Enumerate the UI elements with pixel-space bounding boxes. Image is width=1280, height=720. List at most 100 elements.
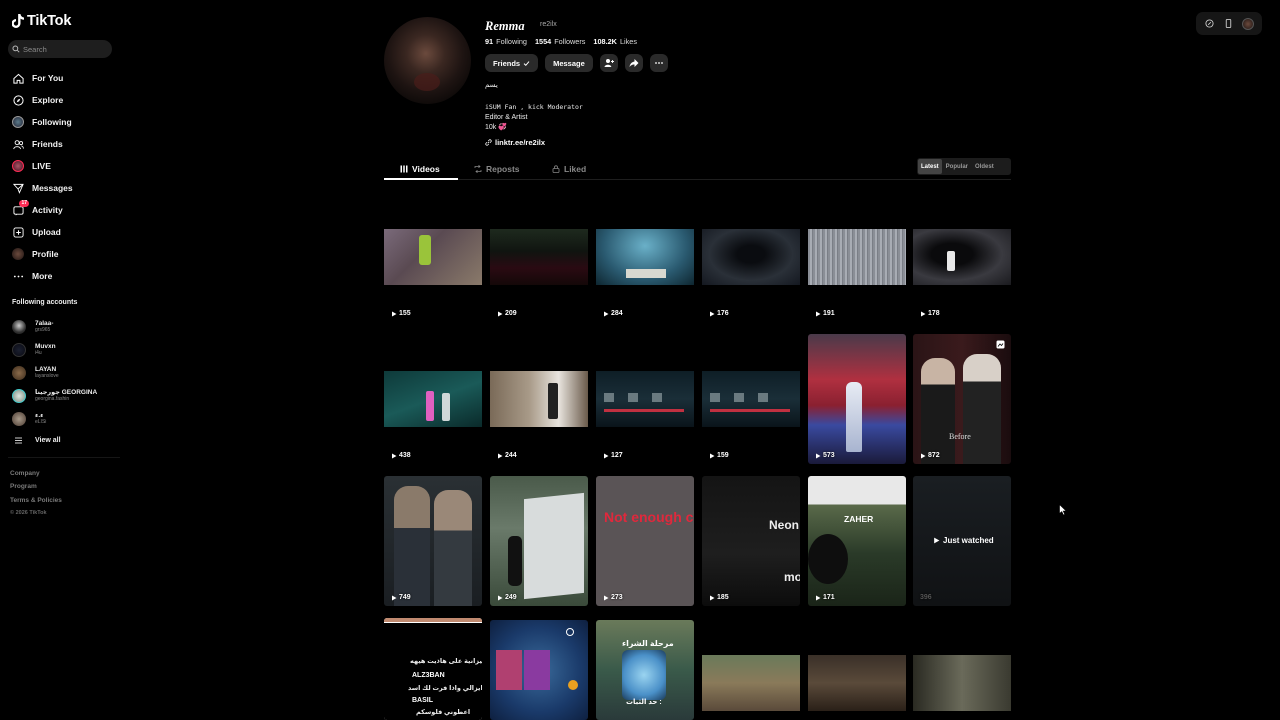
nav-label: Messages <box>32 183 73 193</box>
following-account[interactable]: Muvxn i4u <box>12 338 97 361</box>
tab-liked[interactable]: Liked <box>552 158 586 179</box>
video-card[interactable] <box>913 618 1011 720</box>
sort-popular[interactable]: Popular <box>943 159 971 174</box>
account-avatar <box>12 319 26 334</box>
account-handle: grs965 <box>35 327 51 333</box>
following-account[interactable]: 7alaa-grs965 <box>12 315 97 338</box>
video-card[interactable]: مرحلة الشراء حد الثبات : <box>596 620 694 720</box>
play-icon <box>816 453 821 458</box>
chat-username: BASIL <box>412 697 433 704</box>
video-card[interactable]: 249 <box>490 476 588 606</box>
video-thumbnail <box>702 229 800 285</box>
video-thumbnail <box>913 229 1011 285</box>
video-card[interactable]: 284 <box>596 192 694 322</box>
footer-terms-link[interactable]: Terms & Policies <box>10 494 62 507</box>
tab-reposts[interactable]: Reposts <box>474 158 520 179</box>
nav-label: Activity <box>32 205 63 215</box>
following-stat[interactable]: 91 Following <box>485 37 527 46</box>
play-icon <box>392 595 397 600</box>
account-name: 7alaa- <box>35 320 54 327</box>
search-input[interactable] <box>23 44 103 54</box>
video-card[interactable] <box>702 618 800 720</box>
video-card[interactable]: 438 <box>384 334 482 464</box>
view-count: 872 <box>920 452 940 459</box>
friends-button[interactable]: Friends <box>485 54 539 72</box>
tab-videos[interactable]: Videos <box>400 158 440 179</box>
nav-live[interactable]: LIVE <box>12 155 73 177</box>
message-button[interactable]: Message <box>545 54 593 72</box>
nav-upload[interactable]: Upload <box>12 221 73 243</box>
video-thumbnail: مرحلة الشراء حد الثبات : <box>596 620 694 720</box>
view-count: 244 <box>497 452 517 459</box>
sort-latest[interactable]: Latest <box>918 159 942 174</box>
footer-program-link[interactable]: Program <box>10 480 62 493</box>
video-card[interactable]: Before 872 <box>913 334 1011 464</box>
nav-following[interactable]: Following <box>12 111 73 133</box>
video-card[interactable]: 155 <box>384 192 482 322</box>
video-card[interactable]: Neon mo 185 <box>702 476 800 606</box>
video-card[interactable]: 178 <box>913 192 1011 322</box>
nav-profile[interactable]: Profile <box>12 243 73 265</box>
nav-explore[interactable]: Explore <box>12 89 73 111</box>
nav-more[interactable]: More <box>12 265 73 287</box>
view-count: 185 <box>709 594 729 601</box>
video-card[interactable]: 191 <box>808 192 906 322</box>
home-icon <box>12 72 24 84</box>
video-card-just-watched[interactable]: Just watched 396 <box>913 476 1011 606</box>
video-card[interactable]: 176 <box>702 192 800 322</box>
sort-oldest[interactable]: Oldest <box>972 159 997 174</box>
more-options-button[interactable] <box>649 54 668 72</box>
bio-line: iSUM Fan , kick Moderator <box>485 103 583 111</box>
video-card[interactable]: 209 <box>490 192 588 322</box>
coin-icon[interactable] <box>1204 18 1216 30</box>
following-account[interactable]: ء.ء eLISi <box>12 407 97 430</box>
share-button[interactable] <box>624 54 643 72</box>
video-thumbnail <box>490 620 588 720</box>
search-box[interactable] <box>8 40 112 58</box>
following-accounts-title: Following accounts <box>12 299 78 306</box>
device-icon[interactable] <box>1223 18 1235 30</box>
following-avatar-icon <box>12 116 24 128</box>
view-count: 396 <box>920 594 932 601</box>
video-card[interactable] <box>808 618 906 720</box>
video-card[interactable]: 749 <box>384 476 482 606</box>
play-icon <box>604 311 609 316</box>
video-thumbnail <box>596 229 694 285</box>
video-card[interactable]: 127 <box>596 334 694 464</box>
mouse-cursor-icon <box>1059 504 1067 516</box>
video-card[interactable]: 573 <box>808 334 906 464</box>
following-account[interactable]: جورجينا GEORGINA georgina.fashin <box>12 384 97 407</box>
tab-label: Reposts <box>486 163 520 174</box>
following-account[interactable]: LAYAN layanslove <box>12 361 97 384</box>
play-icon <box>816 595 821 600</box>
account-handle: georgina.fashin <box>35 396 70 402</box>
add-friend-button[interactable] <box>599 54 618 72</box>
nav-friends[interactable]: Friends <box>12 133 73 155</box>
tiktok-logo[interactable]: TikTok <box>12 13 71 29</box>
followers-count: 1554 <box>534 37 552 46</box>
followers-stat[interactable]: 1554 Followers <box>535 37 585 46</box>
video-card[interactable]: 244 <box>490 334 588 464</box>
view-count: 209 <box>497 310 517 317</box>
profile-avatar[interactable] <box>384 17 471 104</box>
sidebar-divider <box>8 457 120 458</box>
view-count: 159 <box>709 452 729 459</box>
video-card[interactable]: ت انيزانية على هاذيت هيهه ALZ3BAN ايزالي… <box>384 618 482 720</box>
list-icon <box>15 437 22 443</box>
video-card[interactable]: Not enough c 273 <box>596 476 694 606</box>
nav-for-you[interactable]: For You <box>12 67 73 89</box>
profile-link[interactable]: linktr.ee/re2ilx <box>485 138 545 147</box>
profile-stats: 91 Following 1554 Followers 108.2K Likes <box>485 37 637 46</box>
footer-company-link[interactable]: Company <box>10 467 62 480</box>
likes-label: Likes <box>619 37 637 46</box>
user-avatar-icon[interactable] <box>1242 17 1255 30</box>
nav-activity[interactable]: 17 Activity <box>12 199 73 221</box>
video-card[interactable] <box>490 620 588 720</box>
sidebar-footer: Company Program Terms & Policies © 2026 … <box>10 467 62 519</box>
play-icon <box>392 311 397 316</box>
video-card[interactable]: ZAHER 171 <box>808 476 906 606</box>
nav-messages[interactable]: Messages <box>12 177 73 199</box>
video-thumbnail: ت انيزانية على هاذيت هيهه ALZ3BAN ايزالي… <box>384 618 482 720</box>
view-all-link[interactable]: View all <box>12 430 97 450</box>
video-card[interactable]: 159 <box>702 334 800 464</box>
